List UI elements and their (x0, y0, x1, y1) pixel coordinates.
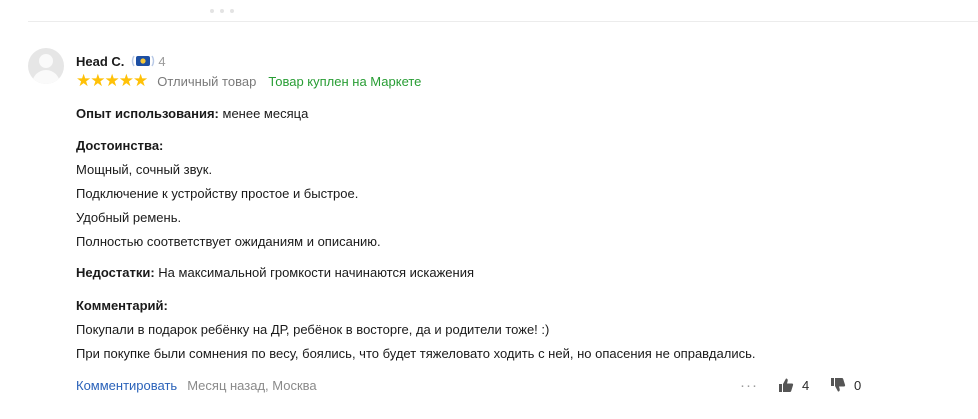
star-icon: ★ (104, 71, 120, 90)
dislikes-count: 0 (854, 377, 862, 393)
pros-item: Мощный, сочный звук. (76, 162, 213, 177)
more-icon: ··· (740, 376, 758, 394)
thumb-up-icon (779, 378, 794, 392)
cons-value: На максимальной громкости начинаются иск… (158, 265, 474, 280)
pros-item: Полностью соответствует ожиданиям и опис… (76, 234, 381, 249)
like-button[interactable]: 4 (778, 376, 809, 394)
review-footer: Комментировать Месяц назад, Москва (76, 377, 317, 393)
comment-label: Комментарий: (76, 298, 168, 313)
avatar-body (32, 70, 60, 84)
experience-section: Опыт использования: менее месяца (76, 106, 308, 122)
star-icon: ★ (90, 71, 105, 90)
star-icon: ★ (133, 71, 148, 90)
likes-count: 4 (802, 377, 810, 393)
more-button[interactable]: ··· (740, 376, 758, 394)
comment-line: Покупали в подарок ребёнку на ДР, ребёно… (76, 322, 550, 337)
cons-label: Недостатки: (76, 265, 155, 280)
purchased-badge: Товар куплен на Маркете (268, 73, 422, 89)
review-meta: Месяц назад, Москва (187, 377, 317, 393)
author-name[interactable]: Head C. (76, 54, 124, 69)
avatar-head (39, 54, 53, 68)
experience-value: менее месяца (222, 106, 309, 121)
rating-text: Отличный товар (157, 73, 257, 89)
badge-count: 4 (158, 53, 166, 69)
pros-item: Подключение к устройству простое и быстр… (76, 186, 359, 201)
rating-row: ★ ★ ★ ★ ★ Отличный товар Товар куплен на… (76, 71, 422, 90)
pros-section: Достоинства: Мощный, сочный звук. Подклю… (76, 138, 381, 258)
avatar[interactable] (28, 48, 64, 84)
rating-stars: ★ ★ ★ ★ ★ (76, 71, 148, 90)
comment-button[interactable]: Комментировать (76, 378, 177, 393)
reviewer-badge[interactable]: 4 (131, 53, 166, 69)
thumb-down-icon (831, 378, 846, 392)
pros-item: Удобный ремень. (76, 210, 182, 225)
previous-review-fragment (210, 0, 260, 13)
cons-section: Недостатки: На максимальной громкости на… (76, 265, 474, 281)
comment-section: Комментарий: Покупали в подарок ребёнку … (76, 298, 755, 370)
dislike-button[interactable]: 0 (830, 376, 861, 394)
reviewer-badge-icon (132, 55, 155, 67)
comment-line: При покупке были сомнения по весу, бояли… (76, 346, 756, 361)
author-row: Head C. 4 (76, 53, 166, 69)
star-icon: ★ (76, 71, 91, 90)
star-icon: ★ (118, 71, 134, 90)
experience-label: Опыт использования: (76, 106, 219, 121)
divider (28, 21, 978, 22)
pros-label: Достоинства: (76, 138, 164, 153)
